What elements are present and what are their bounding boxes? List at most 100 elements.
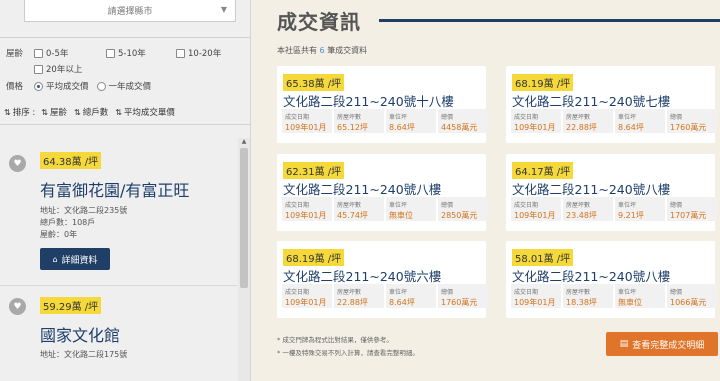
card-cell-value: 109年01月	[514, 211, 556, 220]
radio-selected-icon[interactable]	[34, 81, 43, 91]
view-full-details-button[interactable]: ▤ 查看完整成交明細	[606, 332, 718, 356]
card-cell-total: 總價 1707萬元	[667, 197, 717, 221]
listing-address: 地址：文化路二段235號	[40, 206, 128, 215]
card-cell-value: 無車位	[389, 211, 413, 220]
age-filter-row: 屋齡 0-5年 5-10年 10-20年	[6, 47, 231, 59]
card-details: 成交日期 109年01月 房屋坪數 23.48坪 車位坪 9.21坪 總價 1707萬元	[511, 197, 719, 221]
card-details: 成交日期 109年01月 房屋坪數 22.88坪 車位坪 8.64坪 總價 1760萬元	[282, 284, 490, 308]
card-price: 62.31萬 /坪	[283, 162, 345, 179]
heart-icon[interactable]: ♥	[9, 155, 26, 172]
card-cell-value: 2850萬元	[441, 211, 478, 220]
card-cell-value: 1760萬元	[670, 123, 707, 132]
card-cell-header: 成交日期	[514, 289, 539, 296]
transaction-card[interactable]: 68.19萬 /坪 文化路二段211~240號七樓 成交日期 109年01月 房屋坪數 2…	[506, 66, 717, 143]
card-cell-header: 總價	[670, 114, 683, 121]
sort-icon: ⇅	[41, 107, 48, 117]
transaction-card[interactable]: 68.19萬 /坪 文化路二段211~240號六樓 成交日期 109年01月 房屋坪數 2…	[277, 241, 488, 318]
card-cell-date: 成交日期 109年01月	[282, 284, 332, 308]
card-cell-total: 總價 1760萬元	[438, 284, 488, 308]
card-cell-header: 房屋坪數	[337, 114, 362, 121]
card-cell-header: 總價	[441, 114, 454, 121]
age-option-0-5[interactable]: 0-5年	[34, 47, 96, 59]
card-details: 成交日期 109年01月 房屋坪數 22.88坪 車位坪 8.64坪 總價 1760萬元	[511, 109, 719, 133]
card-cell-parking: 車位坪 無車位	[386, 197, 436, 221]
card-cell-date: 成交日期 109年01月	[511, 284, 561, 308]
scroll-thumb[interactable]	[240, 148, 248, 288]
radio-icon[interactable]	[96, 81, 106, 91]
card-cell-header: 房屋坪數	[337, 202, 362, 209]
card-cell-value: 8.64坪	[618, 123, 644, 132]
checkbox-icon[interactable]	[106, 48, 115, 58]
card-cell-header: 車位坪	[389, 202, 408, 209]
listing-title[interactable]: 有富御花園/有富正旺	[40, 177, 189, 201]
card-cell-parking: 車位坪 8.64坪	[386, 284, 436, 308]
note-line: * 成交門牌為程式比對結果，僅供參考。	[277, 336, 393, 344]
card-address: 文化路二段211~240號八樓	[512, 182, 671, 197]
record-count: 本社區共有 6 筆成交資料	[277, 46, 368, 55]
transaction-card[interactable]: 62.31萬 /坪 文化路二段211~240號八樓 成交日期 109年01月 房屋坪數 4…	[277, 154, 488, 231]
card-cell-value: 8.64坪	[389, 298, 415, 307]
listing-item[interactable]: ♥ 64.38萬 /坪 有富御花園/有富正旺 地址：文化路二段235號 總戶數：…	[0, 138, 237, 288]
listing-title[interactable]: 國家文化館	[40, 322, 120, 346]
sort-by-age[interactable]: ⇅ 屋齡	[41, 106, 67, 119]
card-cell-value: 18.38坪	[566, 298, 597, 307]
scroll-up-icon[interactable]: ▲	[238, 138, 250, 148]
divider	[0, 124, 251, 125]
sort-by-households[interactable]: ⇅ 總戶數	[74, 106, 108, 119]
listing-item[interactable]: ♥ 59.29萬 /坪 國家文化館 地址：文化路二段175號	[0, 286, 237, 381]
card-cell-header: 總價	[441, 289, 454, 296]
sort-icon: ⇅	[4, 107, 11, 117]
card-address: 文化路二段211~240號七樓	[512, 94, 671, 109]
age-option-10-20[interactable]: 10-20年	[176, 47, 221, 59]
card-cell-header: 成交日期	[514, 202, 539, 209]
title-underline	[379, 19, 720, 22]
price-option-year[interactable]: 一年成交價	[96, 80, 151, 92]
card-cell-value: 9.21坪	[618, 211, 644, 220]
card-address: 文化路二段211~240號十八樓	[283, 94, 454, 109]
card-cell-date: 成交日期 109年01月	[511, 197, 561, 221]
checkbox-icon[interactable]	[34, 64, 43, 74]
listing-info: 地址：文化路二段235號 總戶數：108戶 屋齡：0年	[40, 205, 127, 241]
listing-age: 屋齡：0年	[40, 230, 78, 239]
card-cell-date: 成交日期 109年01月	[282, 197, 332, 221]
card-details: 成交日期 109年01月 房屋坪數 65.12坪 車位坪 8.64坪 總價 4458萬元	[282, 109, 490, 133]
card-cell-value: 109年01月	[514, 298, 556, 307]
age-option-20-plus[interactable]: 20年以上	[34, 63, 82, 75]
card-cell-value: 109年01月	[514, 123, 556, 132]
listing-price: 64.38萬 /坪	[40, 152, 102, 169]
card-cell-parking: 車位坪 8.64坪	[386, 109, 436, 133]
page-title: 成交資訊	[277, 10, 361, 34]
age-option-5-10[interactable]: 5-10年	[106, 47, 166, 59]
card-cell-area: 房屋坪數 22.88坪	[334, 284, 384, 308]
price-option-average[interactable]: 平均成交價	[34, 80, 89, 92]
checkbox-icon[interactable]	[176, 48, 185, 58]
transaction-card[interactable]: 58.01萬 /坪 文化路二段211~240號八樓 成交日期 109年01月 房屋坪數 1…	[506, 241, 717, 318]
sort-icon: ⇅	[74, 107, 81, 117]
card-cell-value: 1066萬元	[670, 298, 707, 307]
notes: * 成交門牌為程式比對結果，僅供參考。 * 一樓及特殊交易不列入計算，請查看完整…	[277, 334, 419, 360]
home-icon: ⌂	[52, 254, 58, 264]
listing-households: 總戶數：108戶	[40, 218, 96, 227]
card-cell-value: 4458萬元	[441, 123, 478, 132]
card-cell-header: 車位坪	[389, 289, 408, 296]
chevron-down-icon: ▼	[220, 5, 227, 14]
card-cell-header: 成交日期	[285, 202, 310, 209]
card-cell-value: 8.64坪	[389, 123, 415, 132]
card-cell-value: 109年01月	[285, 123, 327, 132]
transaction-card[interactable]: 64.17萬 /坪 文化路二段211~240號八樓 成交日期 109年01月 房屋坪數 2…	[506, 154, 717, 231]
checkbox-icon[interactable]	[34, 48, 43, 58]
transaction-card[interactable]: 65.38萬 /坪 文化路二段211~240號十八樓 成交日期 109年01月 房屋坪數…	[277, 66, 488, 143]
listing-price: 59.29萬 /坪	[40, 297, 102, 314]
sort-by-avg-price[interactable]: ⇅ 平均成交單價	[115, 106, 175, 119]
card-cell-value: 109年01月	[285, 298, 327, 307]
note-line: * 一樓及特殊交易不列入計算，請查看完整明細。	[277, 349, 419, 357]
sort-label: 排序 :	[12, 108, 36, 118]
card-cell-total: 總價 2850萬元	[438, 197, 488, 221]
city-select[interactable]: 請選擇縣市 ▼	[24, 0, 236, 22]
heart-icon[interactable]: ♥	[9, 298, 26, 315]
card-price: 58.01萬 /坪	[512, 249, 574, 266]
scrollbar[interactable]: ▲	[238, 138, 250, 381]
record-count-number: 6	[319, 46, 325, 55]
card-cell-header: 成交日期	[514, 114, 539, 121]
detail-button[interactable]: ⌂ 詳細資料	[40, 248, 110, 270]
